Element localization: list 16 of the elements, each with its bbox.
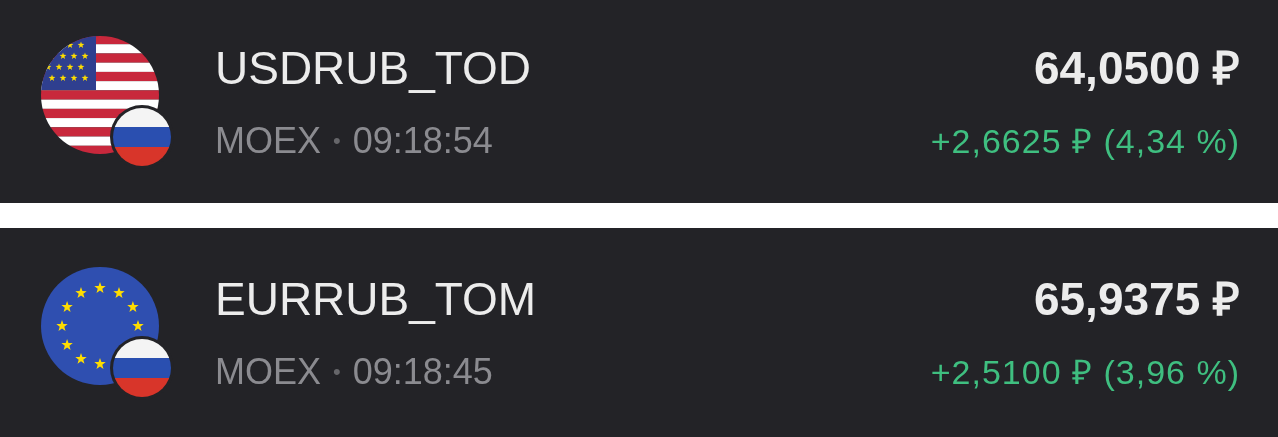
russia-flag-icon [110,104,174,169]
ticker-label: USDRUB_TOD [215,41,533,94]
russia-flag-icon [110,335,174,400]
price-label: 65,9375 ₽ [1033,272,1240,325]
time-label: 09:18:54 [352,119,493,162]
exchange-label: MOEX [215,119,321,162]
quote-card[interactable]: EURRUB_TOM MOEX • 09:18:45 65,9375 ₽ +2,5100 ₽ (3,96 %) [0,228,1278,437]
ticker-label: EURRUB_TOM [215,272,538,325]
time-label: 09:18:45 [352,350,493,393]
change-label: +2,5100 ₽ (3,96 %) [930,351,1240,393]
separator-dot: • [333,357,341,386]
change-label: +2,6625 ₽ (4,34 %) [930,120,1240,162]
quote-card[interactable]: USDRUB_TOD MOEX • 09:18:54 64,0500 ₽ +2,6625 ₽ (4,34 %) [0,0,1278,203]
exchange-label: MOEX [215,350,321,393]
price-label: 64,0500 ₽ [1033,41,1240,94]
separator-dot: • [333,126,341,155]
